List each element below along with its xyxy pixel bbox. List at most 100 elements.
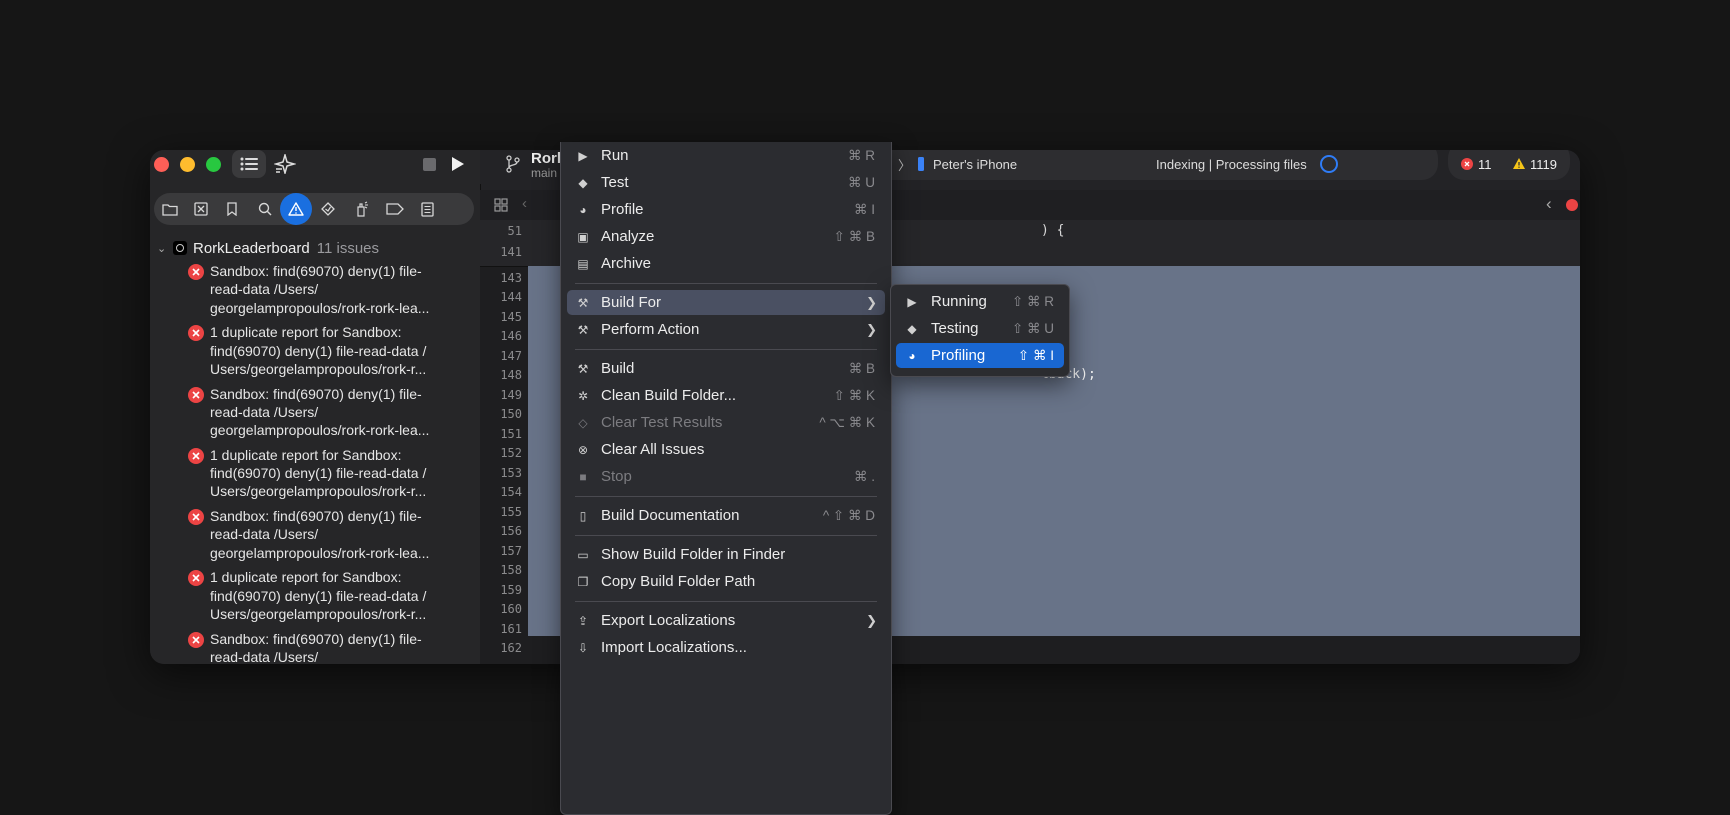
issue-text: Sandbox: find(69070) deny(1) file-read-d… bbox=[210, 508, 430, 561]
menu-item-run[interactable]: ▶ Run ⌘ R bbox=[567, 143, 885, 168]
chevron-left-icon[interactable]: ‹ bbox=[1546, 194, 1552, 214]
run-button[interactable] bbox=[445, 150, 471, 178]
issue-row[interactable]: 1 duplicate report for Sandbox: find(6907… bbox=[150, 566, 480, 627]
line-number: 51 bbox=[507, 224, 522, 238]
source-control-navigator-tab[interactable] bbox=[185, 193, 217, 225]
navigator-sidebar: ⌄ RorkLeaderboard 11 issues Sandbox: fin… bbox=[150, 150, 481, 664]
menu-item-clear-all-issues[interactable]: ⊗ Clear All Issues bbox=[567, 437, 885, 462]
line-number: 155 bbox=[500, 505, 522, 519]
issue-row[interactable]: 1 duplicate report for Sandbox: find(6907… bbox=[150, 321, 480, 382]
menu-item-import-localizations[interactable]: ⇩ Import Localizations... bbox=[567, 635, 885, 660]
breakpoint-navigator-tab[interactable] bbox=[379, 193, 411, 225]
issue-text: Sandbox: find(69070) deny(1) file-read-d… bbox=[210, 630, 422, 664]
chevron-down-icon[interactable]: ⌄ bbox=[157, 242, 171, 255]
search-icon bbox=[258, 202, 272, 216]
menu-item-show-build-folder[interactable]: ▭ Show Build Folder in Finder bbox=[567, 542, 885, 567]
line-number: 162 bbox=[500, 641, 522, 655]
menu-item-running[interactable]: ▶ Running ⇧ ⌘ R bbox=[896, 289, 1064, 314]
issue-row[interactable]: Sandbox: find(69070) deny(1) file-read-d… bbox=[150, 383, 480, 444]
clean-icon: ✲ bbox=[577, 388, 589, 403]
menu-item-copy-build-folder-path[interactable]: ❐ Copy Build Folder Path bbox=[567, 569, 885, 594]
debug-navigator-tab[interactable] bbox=[346, 193, 378, 225]
bookmark-navigator-tab[interactable] bbox=[216, 193, 248, 225]
error-icon bbox=[188, 570, 204, 587]
menu-item-test[interactable]: ◆ Test ⌘ U bbox=[567, 170, 885, 195]
error-icon bbox=[188, 325, 204, 342]
menu-separator bbox=[575, 349, 877, 350]
report-icon bbox=[420, 201, 434, 217]
line-number: 153 bbox=[500, 466, 522, 480]
project-navigator-tab[interactable] bbox=[154, 193, 186, 225]
gauge-icon: ◕ bbox=[579, 202, 587, 217]
menu-separator bbox=[575, 535, 877, 536]
issue-row[interactable]: Sandbox: find(69070) deny(1) file-read-d… bbox=[150, 505, 480, 566]
issue-group-header[interactable]: ⌄ RorkLeaderboard 11 issues bbox=[155, 238, 475, 258]
test-navigator-tab[interactable] bbox=[312, 193, 344, 225]
menu-item-clear-test-results[interactable]: ◇ Clear Test Results ^ ⌥ ⌘ K bbox=[567, 410, 885, 435]
issue-row[interactable]: 1 duplicate report for Sandbox: find(6907… bbox=[150, 444, 480, 505]
menu-item-perform-action[interactable]: ⚒ Perform Action ❯ bbox=[567, 317, 885, 342]
error-icon bbox=[188, 631, 204, 648]
issues-list: Sandbox: find(69070) deny(1) file-read-d… bbox=[150, 260, 480, 664]
run-destination[interactable]: Peter's iPhone bbox=[933, 157, 1017, 172]
find-navigator-tab[interactable] bbox=[249, 193, 281, 225]
branch-icon bbox=[506, 155, 520, 173]
menu-item-export-localizations[interactable]: ⇪ Export Localizations ❯ bbox=[567, 608, 885, 633]
line-number: 159 bbox=[500, 583, 522, 597]
issue-text: 1 duplicate report for Sandbox: find(6907… bbox=[210, 446, 427, 500]
chevron-right-icon: ❯ bbox=[866, 294, 877, 310]
project-name: RorkLeaderboard bbox=[193, 239, 310, 257]
menu-item-build-documentation[interactable]: ▯ Build Documentation ^ ⇧ ⌘ D bbox=[567, 503, 885, 528]
error-icon bbox=[188, 386, 204, 403]
close-window-button[interactable] bbox=[154, 157, 169, 172]
play-icon: ▶ bbox=[578, 148, 588, 163]
test-diamond-icon: ◆ bbox=[578, 175, 588, 190]
bookmark-icon bbox=[227, 202, 237, 216]
spray-can-icon bbox=[357, 201, 368, 217]
stop-icon: ■ bbox=[579, 469, 587, 484]
test-diamond-icon: ◇ bbox=[578, 415, 588, 430]
line-number: 145 bbox=[500, 310, 522, 324]
line-number: 146 bbox=[500, 329, 522, 343]
navigator-tab-bar bbox=[154, 193, 474, 225]
branch-name: main bbox=[531, 166, 558, 180]
menu-item-profile[interactable]: ◕ Profile ⌘ I bbox=[567, 197, 885, 222]
back-arrow-icon[interactable]: ‹ bbox=[522, 195, 527, 212]
activity-status: Indexing | Processing files bbox=[1156, 157, 1307, 172]
menu-separator bbox=[575, 283, 877, 284]
error-icon bbox=[188, 264, 204, 280]
copy-icon: ❐ bbox=[577, 574, 589, 589]
menu-separator bbox=[575, 496, 877, 497]
menu-item-archive[interactable]: ▤ Archive bbox=[567, 251, 885, 276]
menu-item-testing[interactable]: ◆ Testing ⇧ ⌘ U bbox=[896, 316, 1064, 341]
menu-item-analyze[interactable]: ▣ Analyze ⇧ ⌘ B bbox=[567, 224, 885, 249]
warning-triangle-icon bbox=[288, 202, 304, 216]
issue-row[interactable]: Sandbox: find(69070) deny(1) file-read-d… bbox=[150, 260, 480, 321]
menu-separator bbox=[575, 601, 877, 602]
sparkle-icon bbox=[274, 154, 296, 174]
line-number: 141 bbox=[500, 245, 522, 259]
issue-counts[interactable]: 11 1119 bbox=[1448, 150, 1570, 180]
line-gutter: 51 141 143 144 145 146 147 148 149 150 1… bbox=[480, 220, 528, 664]
export-icon: ⇪ bbox=[577, 613, 589, 628]
menu-item-stop[interactable]: ■ Stop ⌘ . bbox=[567, 464, 885, 489]
x-square-icon bbox=[194, 202, 208, 216]
menu-item-profiling[interactable]: ◕ Profiling ⇧ ⌘ I bbox=[896, 343, 1064, 368]
chevron-right-icon: 〉 bbox=[898, 158, 912, 173]
zoom-window-button[interactable] bbox=[206, 157, 221, 172]
menu-item-clean-build-folder[interactable]: ✲ Clean Build Folder... ⇧ ⌘ K bbox=[567, 383, 885, 408]
report-navigator-tab[interactable] bbox=[411, 193, 443, 225]
issue-navigator-tab[interactable] bbox=[280, 193, 312, 225]
stop-button[interactable] bbox=[418, 150, 440, 178]
line-number: 161 bbox=[500, 622, 522, 636]
issue-text: 1 duplicate report for Sandbox: find(6907… bbox=[210, 324, 427, 377]
menu-item-build[interactable]: ⚒ Build ⌘ B bbox=[567, 356, 885, 381]
coding-assistant-button[interactable] bbox=[270, 150, 300, 178]
toggle-navigator-button[interactable] bbox=[232, 150, 266, 178]
breakpoint-icon bbox=[386, 203, 404, 215]
minimize-window-button[interactable] bbox=[180, 157, 195, 172]
issue-row[interactable]: Sandbox: find(69070) deny(1) file-read-d… bbox=[150, 628, 480, 664]
grid-icon[interactable] bbox=[494, 198, 508, 212]
error-icon bbox=[1566, 199, 1578, 211]
menu-item-build-for[interactable]: ⚒ Build For ❯ bbox=[567, 290, 885, 315]
